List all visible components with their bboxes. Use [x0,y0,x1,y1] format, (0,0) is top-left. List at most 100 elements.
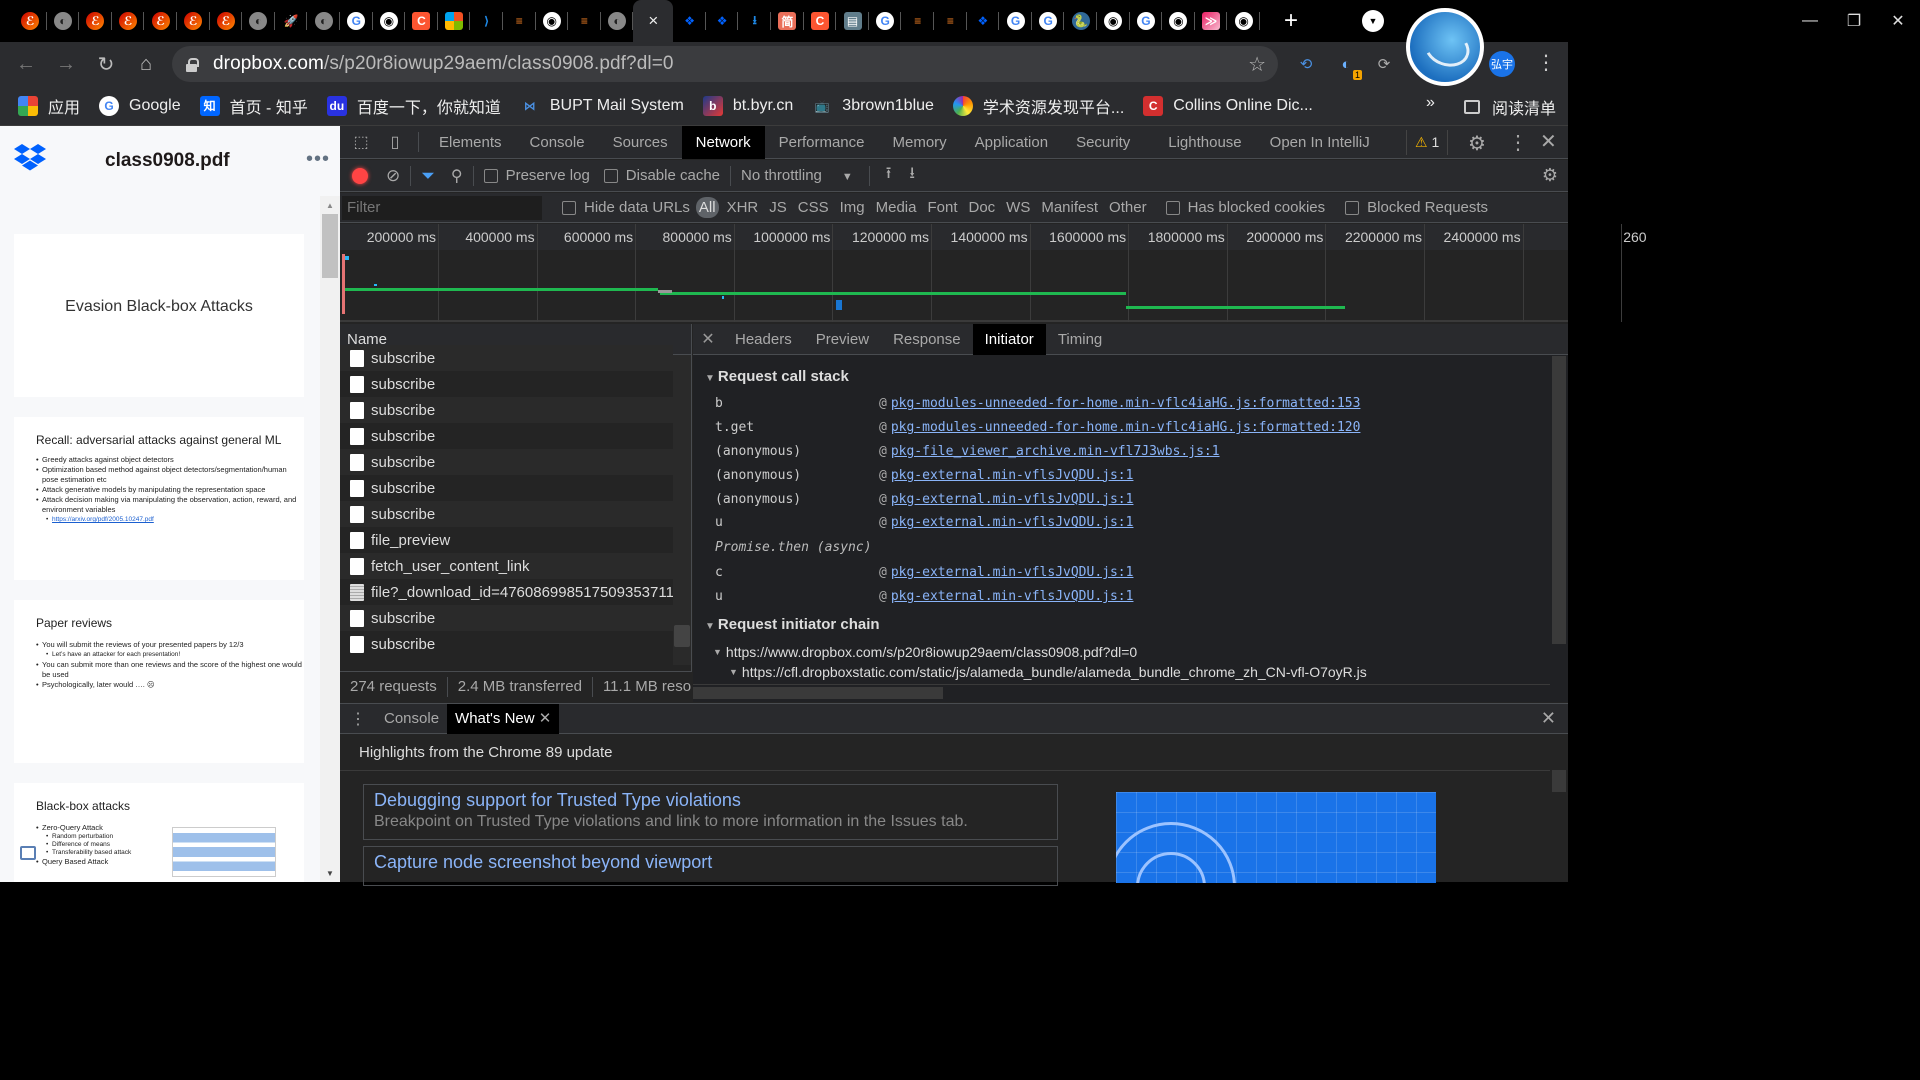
slide-thumbnail[interactable]: Recall: adversarial attacks against gene… [14,417,304,580]
browser-tab[interactable]: ≡ [568,0,601,42]
whats-new-card[interactable]: Capture node screenshot beyond viewport [363,846,1058,886]
drawer-tab-console[interactable]: Console [376,704,447,734]
browser-tab[interactable]: ⭳ [738,0,771,42]
home-button[interactable]: ⌂ [126,53,166,76]
browser-tab[interactable]: ◉ [373,0,406,42]
browser-tab[interactable]: 🚀 [275,0,308,42]
drawer-scrollbar[interactable] [1550,770,1568,883]
browser-tab[interactable]: ⟩ [470,0,503,42]
record-button[interactable] [352,167,368,184]
source-link[interactable]: pkg-external.min-vflsJvQDU.js:1 [891,515,1134,530]
browser-tab[interactable]: G [340,0,373,42]
browser-tab[interactable]: ◉ [1227,0,1260,42]
settings-gear-icon[interactable]: ⚙ [1468,131,1486,156]
forward-button[interactable]: → [46,53,86,76]
browser-tab[interactable]: ❖ [673,0,706,42]
drawer-menu-icon[interactable]: ⋮ [340,709,376,729]
slide-thumbnail[interactable]: Black-box attacks Zero-Query Attack Rand… [14,783,304,882]
browser-tab[interactable] [438,0,471,42]
has-blocked-cookies-checkbox[interactable]: Has blocked cookies [1165,199,1325,216]
type-filter-all[interactable]: All [695,197,719,218]
scrollbar-thumb[interactable] [1552,356,1566,644]
request-row[interactable]: file?_download_id=47608699851750935371​1… [340,579,673,605]
devtools-tab-console[interactable]: Console [516,126,599,159]
source-link[interactable]: pkg-external.min-vflsJvQDU.js:1 [891,492,1134,507]
disable-cache-checkbox[interactable]: Disable cache [603,167,720,184]
issues-counter[interactable]: ⚠ 1 [1406,130,1449,155]
filter-icon[interactable]: ⏷ [421,166,435,186]
sync-extension-icon[interactable]: ⟳ [1372,52,1396,76]
clear-icon[interactable]: ⊘ [386,166,400,186]
profile-button[interactable]: 弘宇 [1489,51,1515,77]
source-link[interactable]: pkg-external.min-vflsJvQDU.js:1 [891,565,1134,580]
source-link[interactable]: pkg-modules-unneeded-for-home.min-vflc4i… [891,396,1361,411]
close-icon[interactable]: × [648,11,658,31]
browser-tab[interactable]: C [405,0,438,42]
details-tab-headers[interactable]: Headers [723,324,804,355]
scrollbar-thumb[interactable] [674,625,690,647]
request-row[interactable]: subscribe [340,605,673,631]
bookmark-item[interactable]: 知首页 - 知乎 [199,94,308,118]
source-link[interactable]: pkg-external.min-vflsJvQDU.js:1 [891,589,1134,604]
filter-input[interactable] [342,195,542,220]
devtools-tab-application[interactable]: Application [961,126,1062,159]
tab-search-button[interactable]: ▼ [1362,10,1384,32]
network-settings-icon[interactable]: ⚙ [1542,165,1558,186]
details-tab-timing[interactable]: Timing [1046,324,1114,355]
device-toolbar-icon[interactable]: ▯ [378,126,412,159]
browser-tab[interactable]: ℰ [210,0,243,42]
feedback-flag-icon[interactable] [20,846,36,860]
browser-tab[interactable]: ◐ [242,0,275,42]
scroll-up-arrow[interactable]: ▲ [326,201,334,210]
type-filter-ws[interactable]: WS [1006,199,1030,216]
browser-tab-active[interactable]: × [633,0,674,42]
arxiv-link[interactable]: https://arxiv.org/pdf/2005.10247.pdf [52,516,154,523]
browser-tab[interactable]: ◉ [1162,0,1195,42]
devtools-tab-performance[interactable]: Performance [765,126,879,159]
inspect-element-icon[interactable]: ⬚ [344,126,378,159]
details-tab-response[interactable]: Response [881,324,973,355]
browser-tab[interactable]: ≫ [1195,0,1228,42]
export-har-icon[interactable]: ⭳ [909,162,915,189]
browser-tab[interactable]: ℰ [14,0,47,42]
browser-tab[interactable]: ❖ [967,0,1000,42]
type-filter-doc[interactable]: Doc [968,199,995,216]
browser-tab[interactable]: ▤ [836,0,869,42]
bookmark-item[interactable]: b bt.byr.cn [702,95,793,116]
browser-tab[interactable]: ≡ [934,0,967,42]
close-window-button[interactable]: ✕ [1876,11,1920,31]
type-filter-font[interactable]: Font [927,199,957,216]
details-tab-preview[interactable]: Preview [804,324,881,355]
bookmark-item[interactable]: G Google [99,95,181,116]
details-tab-initiator[interactable]: Initiator [972,323,1046,355]
browser-tab[interactable]: ℰ [79,0,112,42]
close-drawer-icon[interactable]: ✕ [1541,708,1556,729]
details-horizontal-scrollbar[interactable] [693,684,1550,700]
browser-tab[interactable]: ◉ [536,0,569,42]
type-filter-css[interactable]: CSS [798,199,829,216]
card-title[interactable]: Debugging support for Trusted Type viola… [374,790,1047,811]
browser-tab[interactable]: ❖ [706,0,739,42]
details-vertical-scrollbar[interactable] [1550,356,1568,646]
extension-icon[interactable]: ◐ 1 [1334,52,1362,80]
type-filter-other[interactable]: Other [1109,199,1147,216]
hide-data-urls-checkbox[interactable]: Hide data URLs [562,199,690,216]
card-title[interactable]: Capture node screenshot beyond viewport [374,852,1047,873]
preserve-log-checkbox[interactable]: Preserve log [483,167,590,184]
scrollbar-thumb[interactable] [322,214,338,278]
call-stack-section-header[interactable]: ▼ Request call stack [693,368,1548,390]
page-scrollbar[interactable]: ▲ ▼ [320,196,340,882]
scrollbar-thumb[interactable] [1552,770,1566,792]
source-link[interactable]: pkg-file_viewer_archive.min-vfl7J3wbs.js… [891,444,1220,459]
devtools-tab-security[interactable]: Security [1062,126,1144,159]
network-overview-timeline[interactable]: 200000 ms 400000 ms 600000 ms 800000 ms 1000… [340,224,1647,322]
history-extension-icon[interactable]: ⟲ [1294,52,1318,76]
browser-tab[interactable]: G [1032,0,1065,42]
drawer-tab-whats-new[interactable]: What's New ✕ [447,703,560,734]
browser-tab[interactable]: ℰ [112,0,145,42]
minimize-button[interactable]: — [1788,12,1832,30]
reading-list-button[interactable]: 阅读清单 [1464,95,1556,119]
request-list-scrollbar[interactable] [673,355,691,665]
devtools-tab-open-in-intellij[interactable]: Open In IntelliJ [1256,126,1384,159]
scroll-down-arrow[interactable]: ▼ [326,869,334,878]
